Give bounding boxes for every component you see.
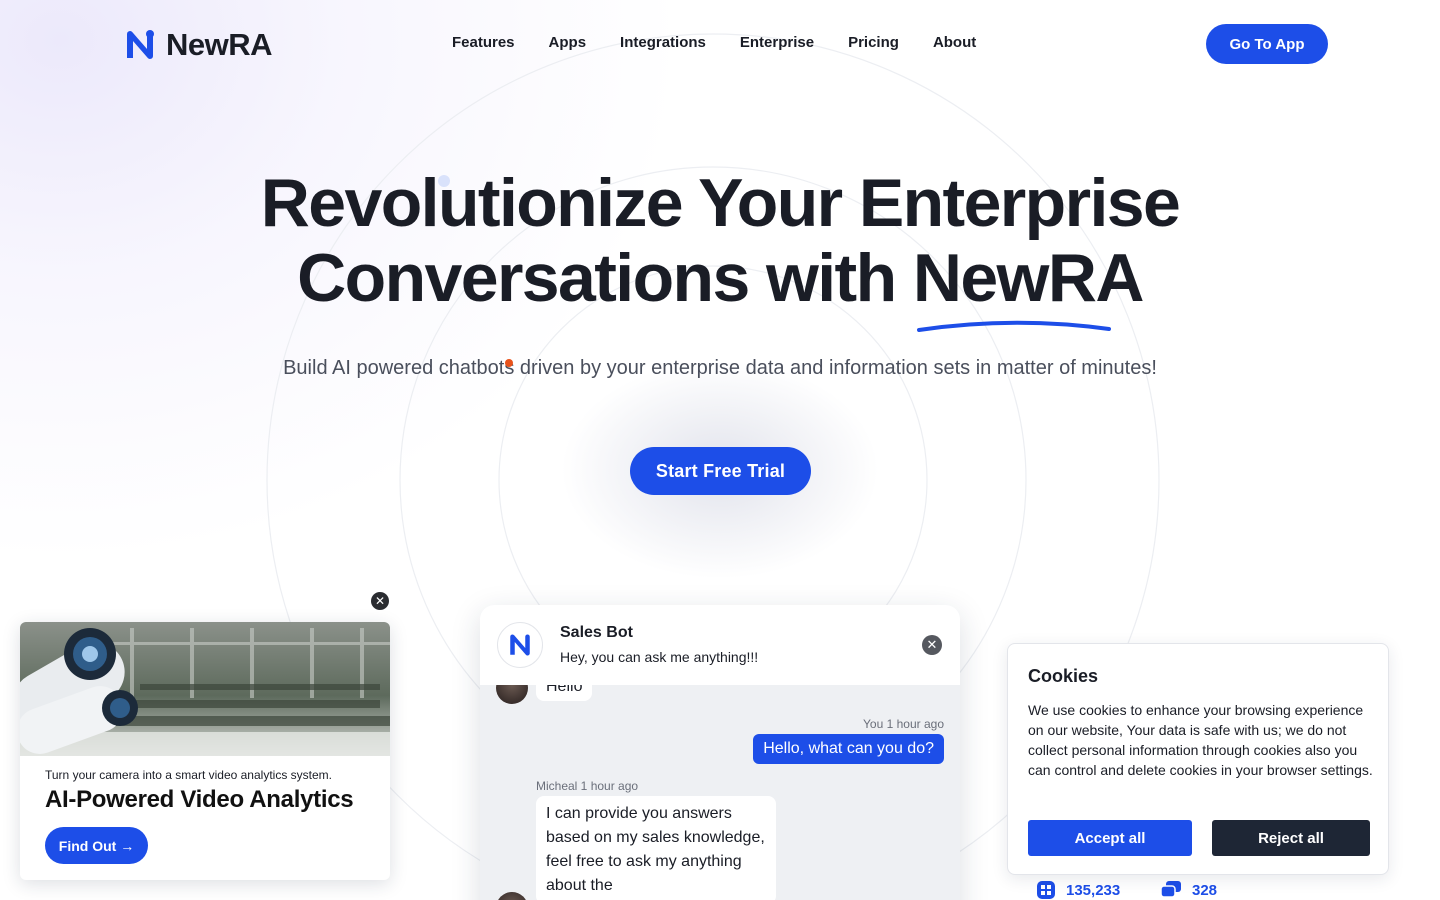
message-meta: Micheal 1 hour ago [536, 779, 639, 793]
message-meta: You 1 hour ago [863, 717, 944, 731]
nav-integrations[interactable]: Integrations [620, 34, 706, 51]
logo[interactable]: NewRA [124, 27, 273, 63]
hero-title-line-1: Revolutionize Your Enterprise [260, 165, 1181, 241]
cookie-banner: Cookies We use cookies to enhance your b… [1007, 643, 1389, 875]
grid-icon [1037, 881, 1055, 899]
decorative-dot-orange [505, 359, 513, 367]
newra-logo-icon [510, 634, 530, 656]
hero-title-line-2: Conversations with NewRA [297, 240, 1144, 316]
chat-close-icon[interactable]: ✕ [922, 635, 942, 655]
stat-item: 135,233 [1036, 880, 1120, 900]
bot-message-avatar [496, 892, 528, 900]
stat-value: 135,233 [1066, 881, 1121, 899]
hero-title: Revolutionize Your Enterprise Conversati… [0, 166, 1440, 316]
promo-image [20, 622, 390, 756]
promo-close-icon[interactable]: ✕ [371, 592, 389, 610]
go-to-app-button[interactable]: Go To App [1206, 24, 1328, 64]
promo-title: AI-Powered Video Analytics [45, 786, 354, 813]
stat-value: 328 [1192, 881, 1218, 899]
start-free-trial-button[interactable]: Start Free Trial [630, 447, 811, 495]
hero-subtitle: Build AI powered chatbots driven by your… [283, 357, 1157, 379]
cookie-title: Cookies [1028, 666, 1099, 686]
main-nav: Features Apps Integrations Enterprise Pr… [452, 34, 976, 51]
chat-message: I can provide you answers based on my sa… [536, 796, 776, 900]
find-out-button[interactable]: Find Out → [45, 827, 148, 864]
nav-enterprise[interactable]: Enterprise [740, 34, 814, 51]
brand-underline [917, 320, 1111, 332]
chat-header: Sales Bot Hey, you can ask me anything!!… [480, 605, 960, 685]
chat-bubbles-icon [1160, 881, 1181, 898]
chat-widget: Sales Bot Hey, you can ask me anything!!… [480, 605, 960, 900]
promo-kicker: Turn your camera into a smart video anal… [45, 768, 332, 782]
promo-card: Turn your camera into a smart video anal… [20, 622, 390, 880]
cookie-body: We use cookies to enhance your browsing … [1028, 702, 1373, 778]
bot-tagline: Hey, you can ask me anything!!! [560, 649, 759, 665]
nav-apps[interactable]: Apps [549, 34, 587, 51]
newra-logo-icon [127, 30, 154, 59]
bot-avatar [497, 622, 543, 668]
bot-name: Sales Bot [560, 624, 633, 641]
chat-message-outgoing: Hello, what can you do? [753, 734, 944, 764]
reject-all-button[interactable]: Reject all [1212, 820, 1370, 856]
brand-name: NewRA [166, 27, 273, 62]
nav-about[interactable]: About [933, 34, 976, 51]
accept-all-button[interactable]: Accept all [1028, 820, 1192, 856]
site-header: NewRA Features Apps Integrations Enterpr… [0, 0, 1440, 88]
stat-item: 328 [1160, 880, 1217, 900]
nav-pricing[interactable]: Pricing [848, 34, 899, 51]
nav-features[interactable]: Features [452, 34, 515, 51]
